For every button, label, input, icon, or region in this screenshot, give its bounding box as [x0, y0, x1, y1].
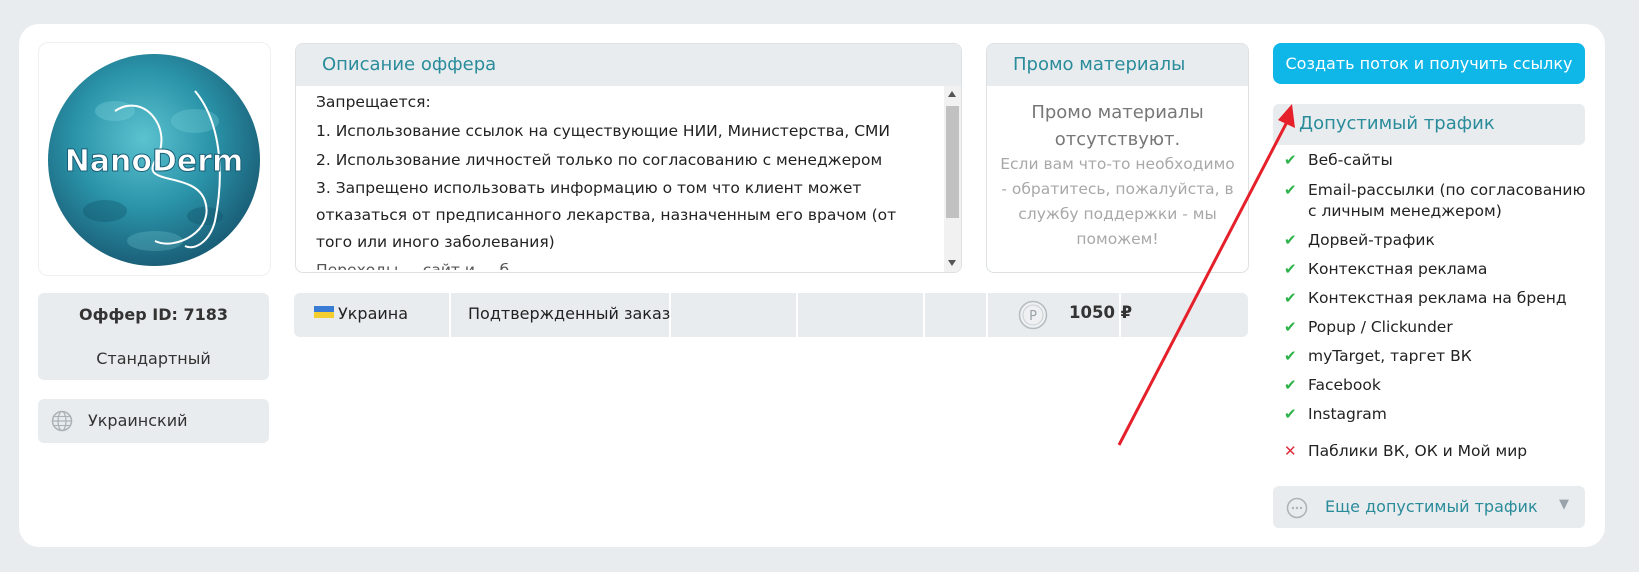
cross-icon: ✕: [1284, 442, 1297, 460]
action-label: Подтвержденный заказ: [468, 304, 671, 323]
promo-title: Промо материалы: [1013, 54, 1186, 75]
description-line: 3. Запрещено использовать информацию о т…: [316, 179, 897, 251]
traffic-item-label: Контекстная реклама на бренд: [1308, 289, 1567, 307]
promo-materials-panel: Промо материалы Промо материалы отсутств…: [986, 43, 1249, 273]
ukraine-flag-icon: [314, 306, 334, 318]
check-icon: ✔: [1284, 347, 1297, 365]
offer-id-box: Оффер ID: 7183 Стандартный: [38, 293, 269, 380]
more-traffic-label: Еще допустимый трафик: [1325, 497, 1538, 516]
create-stream-button[interactable]: Создать поток и получить ссылку: [1273, 43, 1585, 84]
traffic-item-label: Instagram: [1308, 405, 1387, 423]
description-text[interactable]: Запрещается: 1. Использование ссылок на …: [316, 88, 936, 270]
traffic-item-label: Facebook: [1308, 376, 1381, 394]
ruble-coin-icon: P: [1018, 300, 1048, 330]
check-icon: ✔: [1284, 260, 1297, 278]
country-label: Украина: [338, 304, 409, 323]
traffic-item: ✔ Instagram: [1282, 404, 1602, 425]
empty-cell: [923, 293, 988, 337]
promo-header: Промо материалы: [987, 44, 1248, 86]
traffic-item-forbidden: ✕ Паблики ВК, ОК и Мой мир: [1282, 441, 1602, 462]
traffic-item-label: Веб-сайты: [1308, 151, 1393, 169]
traffic-item: ✔ Контекстная реклама на бренд: [1282, 288, 1602, 309]
chevron-down-icon: ▼: [1559, 497, 1569, 512]
check-icon: ✔: [1284, 181, 1297, 199]
description-header: Описание оффера: [296, 44, 961, 86]
empty-cell: [669, 293, 798, 337]
traffic-item: ✔ Веб-сайты: [1282, 150, 1602, 171]
check-icon: ✔: [1284, 318, 1297, 336]
traffic-item-label: myTarget, таргет ВК: [1308, 347, 1472, 365]
empty-cell: [796, 293, 925, 337]
traffic-item: ✔ Контекстная реклама: [1282, 259, 1602, 280]
promo-empty-text: Промо материалы отсутствуют.: [1031, 102, 1204, 150]
globe-icon: [51, 410, 73, 432]
scroll-thumb[interactable]: [946, 106, 959, 218]
traffic-item: ✔ Email-рассылки (по согласованию с личны…: [1282, 180, 1588, 222]
check-icon: ✔: [1284, 405, 1297, 423]
traffic-item-label: Дорвей-трафик: [1308, 231, 1435, 249]
traffic-item-label: Паблики ВК, ОК и Мой мир: [1308, 442, 1528, 460]
check-icon: ✔: [1284, 151, 1297, 169]
traffic-item: ✔ Facebook: [1282, 375, 1602, 396]
description-title: Описание оффера: [322, 54, 497, 75]
traffic-item: ✔ myTarget, таргет ВК: [1282, 346, 1602, 367]
description-line: Переходы ... сайт и ... б: [316, 261, 510, 270]
scroll-down-arrow-icon[interactable]: [948, 260, 956, 266]
language-label: Украинский: [88, 411, 188, 430]
description-line: 1. Использование ссылок на существующие …: [316, 122, 891, 140]
more-dots-icon: [1286, 497, 1308, 519]
traffic-item-label: Email-рассылки (по согласованию с личным…: [1308, 181, 1586, 220]
promo-help-text: Если вам что-то необходимо - обратитесь,…: [1000, 155, 1235, 248]
allowed-traffic-list: ✔ Веб-сайты ✔ Email-рассылки (по согласова…: [1282, 150, 1602, 462]
traffic-item-label: Контекстная реклама: [1308, 260, 1488, 278]
check-icon: ✔: [1284, 289, 1297, 307]
traffic-item-label: Popup / Clickunder: [1308, 318, 1453, 336]
allowed-traffic-title: Допустимый трафик: [1299, 113, 1495, 134]
description-line: Запрещается:: [316, 93, 431, 111]
logo-text: NanoDerm: [65, 144, 244, 179]
more-traffic-toggle[interactable]: Еще допустимый трафик ▼: [1273, 486, 1585, 528]
check-icon: ✔: [1284, 376, 1297, 394]
allowed-traffic-header: Допустимый трафик: [1273, 104, 1585, 145]
scroll-up-arrow-icon[interactable]: [948, 91, 956, 97]
offer-logo: NanoDerm: [38, 42, 271, 276]
description-line: 2. Использование личностей только по сог…: [316, 151, 883, 169]
traffic-item: ✔ Дорвей-трафик: [1282, 230, 1602, 251]
offer-description-panel: Описание оффера Запрещается: 1. Использо…: [295, 43, 962, 273]
offer-id: Оффер ID: 7183: [79, 305, 228, 324]
offer-payout-row: Украина Подтвержденный заказ P 1050 ₽: [294, 293, 1248, 337]
svg-text:P: P: [1029, 309, 1037, 324]
payout-price: 1050 ₽: [1069, 303, 1133, 322]
language-box: Украинский: [38, 399, 269, 443]
description-scrollbar[interactable]: [944, 86, 961, 272]
check-icon: ✔: [1284, 231, 1297, 249]
nanoderm-logo-image: NanoDerm: [48, 54, 260, 266]
traffic-item: ✔ Popup / Clickunder: [1282, 317, 1602, 338]
offer-type: Стандартный: [96, 349, 211, 368]
